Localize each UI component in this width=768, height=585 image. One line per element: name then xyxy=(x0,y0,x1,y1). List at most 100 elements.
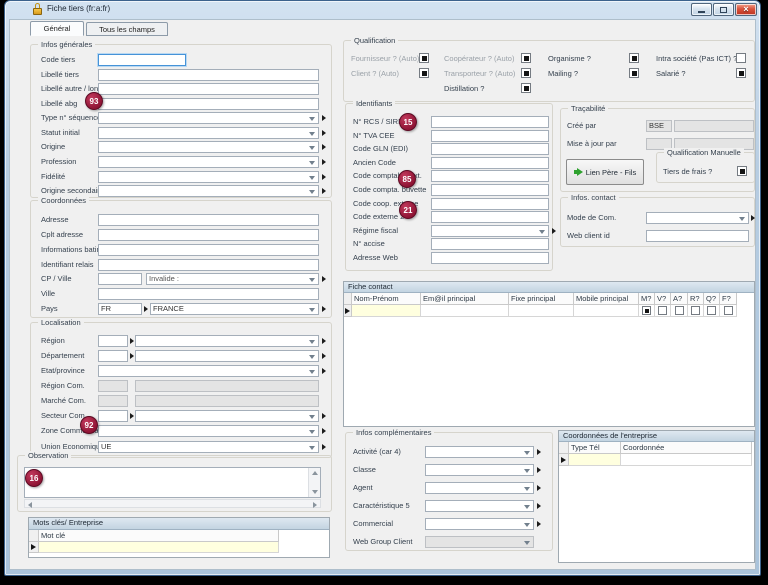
tva-cee-input[interactable] xyxy=(431,130,549,142)
f-checkbox[interactable] xyxy=(724,306,733,315)
departement-code-input[interactable] xyxy=(98,350,128,362)
region-select[interactable] xyxy=(135,335,319,347)
region-lookup-arrow[interactable] xyxy=(130,338,134,344)
col-coordonnee[interactable]: Coordonnée xyxy=(621,442,752,454)
tab-tous-les-champs[interactable]: Tous les champs xyxy=(86,22,168,36)
code-externe-2-input[interactable] xyxy=(431,211,549,223)
mot-cle-cell[interactable] xyxy=(39,542,279,553)
row-selector[interactable] xyxy=(559,454,569,466)
caracteristique-5-select[interactable] xyxy=(425,500,534,512)
activite-lookup-arrow[interactable] xyxy=(537,449,541,455)
col-type-tel[interactable]: Type Tél xyxy=(569,442,621,454)
organisme-checkbox[interactable] xyxy=(629,53,639,63)
etat-province-lookup-arrow[interactable] xyxy=(322,368,326,374)
type-sequence-lookup-arrow[interactable] xyxy=(322,115,326,121)
tab-general[interactable]: Général xyxy=(30,21,84,36)
code-coop-externe-input[interactable] xyxy=(431,198,549,210)
col-m[interactable]: M? xyxy=(639,293,655,305)
activite-select[interactable] xyxy=(425,446,534,458)
r-checkbox[interactable] xyxy=(691,306,700,315)
type-sequence-select[interactable] xyxy=(98,112,319,124)
accise-input[interactable] xyxy=(431,238,549,250)
commercial-lookup-arrow[interactable] xyxy=(537,521,541,527)
libelle-tiers-input[interactable] xyxy=(98,69,319,81)
col-mobile-principal[interactable]: Mobile principal xyxy=(574,293,639,305)
fixe-principal-cell[interactable] xyxy=(509,305,574,317)
departement-select[interactable] xyxy=(135,350,319,362)
classe-select[interactable] xyxy=(425,464,534,476)
rcs-siret-input[interactable] xyxy=(431,116,549,128)
m-cell[interactable] xyxy=(639,305,655,317)
regime-fiscal-lookup-arrow[interactable] xyxy=(552,228,556,234)
minimize-button[interactable] xyxy=(691,3,712,16)
pays-code-input[interactable]: FR xyxy=(98,303,142,315)
fidelite-select[interactable] xyxy=(98,171,319,183)
observation-textarea[interactable] xyxy=(24,467,321,498)
zone-commerciale-select[interactable] xyxy=(98,425,319,437)
caracteristique-5-lookup-arrow[interactable] xyxy=(537,503,541,509)
email-principal-cell[interactable] xyxy=(421,305,509,317)
agent-select[interactable] xyxy=(425,482,534,494)
col-email-principal[interactable]: Em@il principal xyxy=(421,293,509,305)
classe-lookup-arrow[interactable] xyxy=(537,467,541,473)
coordonnee-cell[interactable] xyxy=(621,454,752,466)
ancien-code-input[interactable] xyxy=(431,157,549,169)
intra-societe-checkbox[interactable] xyxy=(736,53,746,63)
adresse-web-input[interactable] xyxy=(431,252,549,264)
a-checkbox[interactable] xyxy=(675,306,684,315)
mode-de-com-lookup-arrow[interactable] xyxy=(751,215,755,221)
vertical-scrollbar[interactable] xyxy=(308,468,320,497)
mobile-principal-cell[interactable] xyxy=(574,305,639,317)
close-button[interactable]: × xyxy=(735,3,757,16)
origine-secondaire-lookup-arrow[interactable] xyxy=(322,188,326,194)
origine-secondaire-select[interactable] xyxy=(98,185,319,197)
q-cell[interactable] xyxy=(704,305,720,317)
fournisseur-checkbox[interactable] xyxy=(419,53,429,63)
col-nom-prenom[interactable]: Nom-Prénom xyxy=(352,293,421,305)
v-checkbox[interactable] xyxy=(658,306,667,315)
fidelite-lookup-arrow[interactable] xyxy=(322,174,326,180)
code-compta-buvette-input[interactable] xyxy=(431,184,549,196)
statut-initial-lookup-arrow[interactable] xyxy=(322,130,326,136)
libelle-abg-input[interactable] xyxy=(98,98,319,110)
adresse-input[interactable] xyxy=(98,214,319,226)
maximize-button[interactable] xyxy=(713,3,734,16)
col-f[interactable]: F? xyxy=(720,293,737,305)
identifiant-relais-input[interactable] xyxy=(98,259,319,271)
code-comptable-ext-input[interactable] xyxy=(431,170,549,182)
r-cell[interactable] xyxy=(688,305,704,317)
commercial-select[interactable] xyxy=(425,518,534,530)
etat-province-select[interactable] xyxy=(98,365,319,377)
col-q[interactable]: Q? xyxy=(704,293,720,305)
mailing-checkbox[interactable] xyxy=(629,68,639,78)
horizontal-scrollbar[interactable] xyxy=(24,499,321,508)
pays-select[interactable]: FRANCE xyxy=(150,303,319,315)
distillation-checkbox[interactable] xyxy=(521,83,531,93)
departement-select-lookup-arrow[interactable] xyxy=(322,353,326,359)
profession-select[interactable] xyxy=(98,156,319,168)
departement-lookup-arrow[interactable] xyxy=(130,353,134,359)
col-a[interactable]: A? xyxy=(671,293,688,305)
col-v[interactable]: V? xyxy=(655,293,671,305)
cooperateur-checkbox[interactable] xyxy=(521,53,531,63)
cp-ville-lookup-arrow[interactable] xyxy=(322,276,326,282)
informations-batiment-input[interactable] xyxy=(98,244,319,256)
regime-fiscal-select[interactable] xyxy=(431,225,549,237)
f-cell[interactable] xyxy=(720,305,737,317)
secteur-com-lookup-arrow[interactable] xyxy=(130,413,134,419)
secteur-com-code-input[interactable] xyxy=(98,410,128,422)
col-fixe-principal[interactable]: Fixe principal xyxy=(509,293,574,305)
profession-lookup-arrow[interactable] xyxy=(322,159,326,165)
union-economique-lookup-arrow[interactable] xyxy=(322,444,326,450)
tiers-de-frais-checkbox[interactable] xyxy=(737,166,747,176)
libelle-autre-input[interactable] xyxy=(98,83,319,95)
agent-lookup-arrow[interactable] xyxy=(537,485,541,491)
secteur-com-select[interactable] xyxy=(135,410,319,422)
row-selector[interactable] xyxy=(29,542,39,553)
ville-input[interactable] xyxy=(98,288,319,300)
nom-prenom-cell[interactable] xyxy=(352,305,421,317)
row-selector[interactable] xyxy=(344,305,352,317)
pays-select-lookup-arrow[interactable] xyxy=(322,306,326,312)
statut-initial-select[interactable] xyxy=(98,127,319,139)
m-checkbox[interactable] xyxy=(642,306,651,315)
